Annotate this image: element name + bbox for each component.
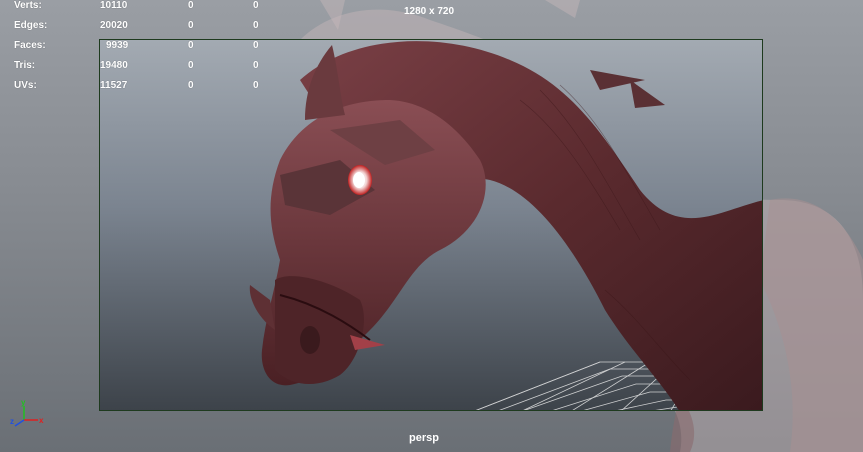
hud-value: 0 (188, 20, 194, 31)
scene-render (249, 41, 762, 410)
hud-value: 0 (188, 40, 194, 51)
hud-value: 0 (253, 40, 259, 51)
viewport-panel[interactable]: Verts: 10110 0 0 Edges: 20020 0 0 Faces:… (0, 0, 863, 452)
hud-value: 9939 (106, 40, 129, 51)
resolution-gate (99, 39, 763, 411)
x-axis-label: x (39, 416, 44, 425)
hud-value: 0 (188, 0, 194, 11)
hud-label: UVs: (14, 80, 37, 91)
camera-name-label: persp (409, 432, 439, 444)
axis-gizmo-icon: y x z (8, 398, 48, 432)
z-axis-line (14, 419, 25, 427)
hud-value: 0 (188, 80, 194, 91)
z-axis-label: z (10, 417, 14, 426)
hud-value: 0 (253, 60, 259, 71)
hud-value: 10110 (100, 0, 128, 11)
hud-value: 0 (253, 80, 259, 91)
y-axis-label: y (21, 398, 26, 407)
hud-value: 20020 (100, 20, 128, 31)
hud-value: 0 (188, 60, 194, 71)
hud-label: Verts: (14, 0, 42, 11)
hud-value: 0 (253, 0, 259, 11)
resolution-gate-label: 1280 x 720 (404, 6, 455, 17)
hud-value: 11527 (100, 80, 128, 91)
hud-label: Edges: (14, 20, 48, 31)
hud-label: Faces: (14, 40, 46, 51)
hud-label: Tris: (14, 60, 36, 71)
hud-value: 0 (253, 20, 259, 31)
hud-value: 19480 (100, 60, 128, 71)
